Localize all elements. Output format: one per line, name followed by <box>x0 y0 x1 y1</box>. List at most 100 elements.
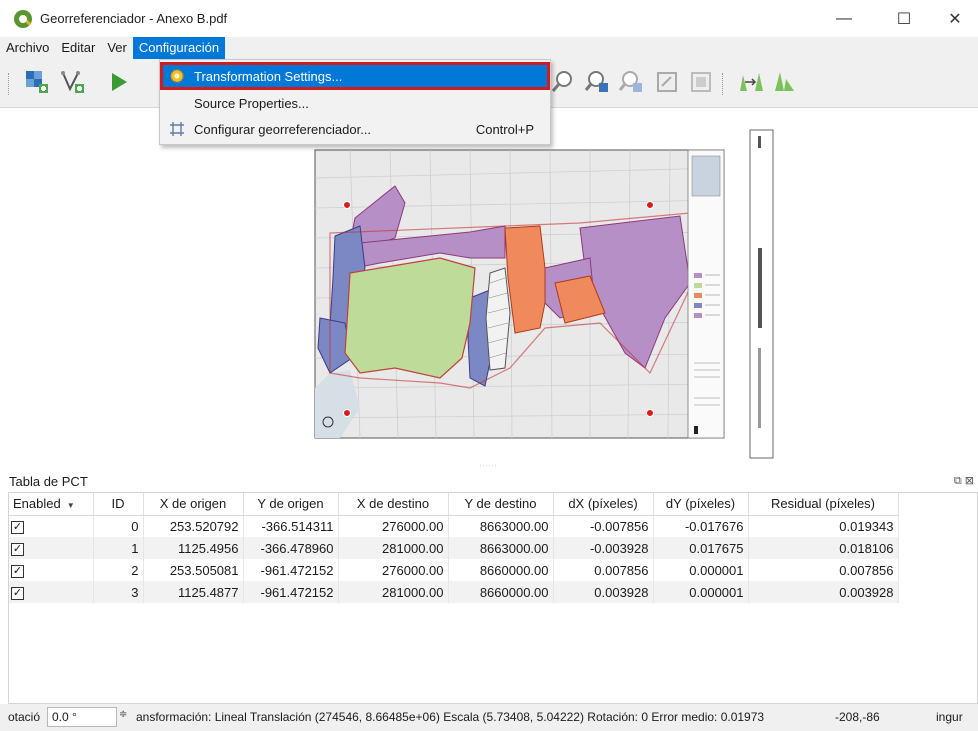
maximize-icon: ☐ <box>896 10 912 28</box>
maximize-button[interactable]: ☐ <box>881 0 927 37</box>
local-histogram-button[interactable] <box>770 67 800 97</box>
map-canvas[interactable] <box>0 108 978 470</box>
cell-x-origen[interactable]: 1125.4956 <box>143 537 244 559</box>
cell-dy: 0.000001 <box>653 581 749 603</box>
cell-x-origen[interactable]: 253.520792 <box>143 515 244 537</box>
col-enabled[interactable]: Enabled ▼ <box>9 493 94 516</box>
cell-dy: 0.017675 <box>653 537 749 559</box>
histogram-stretch-button[interactable] <box>736 67 766 97</box>
cell-residual: 0.007856 <box>748 559 899 581</box>
cell-y-origen[interactable]: -366.478960 <box>243 537 339 559</box>
cell-x-destino[interactable]: 276000.00 <box>338 515 449 537</box>
start-georeferencing-button[interactable] <box>104 67 134 97</box>
col-residual[interactable]: Residual (píxeles) <box>748 493 899 516</box>
zoom-in-button[interactable] <box>548 67 578 97</box>
cell-y-origen[interactable]: -961.472152 <box>243 559 339 581</box>
zoom-last-icon <box>618 71 642 92</box>
table-row[interactable]: ✓ 0 253.520792 -366.514311 276000.00 866… <box>9 515 899 537</box>
col-dy[interactable]: dY (píxeles) <box>653 493 749 516</box>
cell-dx: 0.007856 <box>553 559 654 581</box>
minimize-button[interactable]: — <box>821 0 867 37</box>
cell-x-origen[interactable]: 253.505081 <box>143 559 244 581</box>
menu-source-properties[interactable]: Source Properties... <box>162 91 548 115</box>
checkbox-icon[interactable]: ✓ <box>11 521 24 535</box>
menu-bar: Archivo Editar Ver Configuración <box>0 37 978 59</box>
float-panel-icon[interactable]: ⧉ <box>954 475 962 487</box>
spin-arrows-icon[interactable]: ≑ <box>119 709 127 720</box>
enabled-checkbox[interactable]: ✓ <box>9 515 94 537</box>
link-georef-icon <box>657 72 677 92</box>
enabled-checkbox[interactable]: ✓ <box>9 559 94 581</box>
table-row[interactable]: ✓ 2 253.505081 -961.472152 276000.00 866… <box>9 559 899 581</box>
add-raster-button[interactable] <box>22 67 52 97</box>
rotation-label: otació <box>8 710 41 724</box>
cell-dy: 0.000001 <box>653 559 749 581</box>
play-icon <box>112 73 127 91</box>
col-y-origen[interactable]: Y de origen <box>243 493 339 516</box>
add-vector-button[interactable] <box>58 67 88 97</box>
cell-id: 1 <box>93 537 144 559</box>
menu-ver[interactable]: Ver <box>101 37 133 59</box>
menu-editar[interactable]: Editar <box>55 37 101 59</box>
col-x-origen[interactable]: X de origen <box>143 493 244 516</box>
cell-residual: 0.019343 <box>748 515 899 537</box>
close-panel-icon[interactable]: ⊠ <box>965 475 974 487</box>
title-bar: Georreferenciador - Anexo B.pdf — ☐ ✕ <box>0 0 978 37</box>
minimize-icon: — <box>836 9 852 27</box>
checkbox-icon[interactable]: ✓ <box>11 587 24 600</box>
menu-transformation-settings[interactable]: Transformation Settings... <box>160 62 550 90</box>
enabled-checkbox[interactable]: ✓ <box>9 537 94 559</box>
col-dx[interactable]: dX (píxeles) <box>553 493 654 516</box>
menu-transformation-settings-label: Transformation Settings... <box>194 68 343 84</box>
histogram-stretch-icon <box>740 73 763 91</box>
col-id[interactable]: ID <box>93 493 144 516</box>
checkbox-icon[interactable]: ✓ <box>11 543 24 556</box>
sort-down-icon: ▼ <box>66 501 75 511</box>
toolbar-separator <box>722 73 723 95</box>
configuracion-dropdown-menu: Transformation Settings... Source Proper… <box>159 59 551 145</box>
cell-y-origen[interactable]: -961.472152 <box>243 581 339 603</box>
panel-title: Tabla de PCT <box>9 474 88 489</box>
cell-x-destino[interactable]: 281000.00 <box>338 581 449 603</box>
table-row[interactable]: ✓ 1 1125.4956 -366.478960 281000.00 8663… <box>9 537 899 559</box>
cell-id: 2 <box>93 559 144 581</box>
cell-y-destino[interactable]: 8663000.00 <box>448 515 554 537</box>
status-bar: otació 0.0 ° ≑ ansformación: Lineal Tran… <box>0 704 978 731</box>
enabled-checkbox[interactable]: ✓ <box>9 581 94 603</box>
menu-configurar-georreferenciador[interactable]: Configurar georreferenciador... Control+… <box>162 117 548 141</box>
cell-y-destino[interactable]: 8663000.00 <box>448 537 554 559</box>
rotation-input[interactable]: 0.0 ° <box>47 707 117 727</box>
cell-y-destino[interactable]: 8660000.00 <box>448 559 554 581</box>
cell-x-destino[interactable]: 281000.00 <box>338 537 449 559</box>
col-y-destino[interactable]: Y de destino <box>448 493 554 516</box>
col-x-destino[interactable]: X de destino <box>338 493 449 516</box>
local-histogram-icon <box>775 72 794 91</box>
cell-y-destino[interactable]: 8660000.00 <box>448 581 554 603</box>
link-qgis-button[interactable] <box>686 67 716 97</box>
shortcut-label: Control+P <box>475 121 534 137</box>
coordinates-readout: -208,-86 <box>835 710 880 724</box>
zoom-layer-icon <box>584 71 608 92</box>
window-title: Georreferenciador - Anexo B.pdf <box>40 11 228 26</box>
menu-source-properties-label: Source Properties... <box>194 95 309 111</box>
gcp-table[interactable]: Enabled ▼ ID X de origen Y de origen X de… <box>8 492 978 704</box>
zoom-in-icon <box>551 71 572 92</box>
menu-configurar-label: Configurar georreferenciador... <box>194 121 372 137</box>
close-button[interactable]: ✕ <box>932 0 978 37</box>
add-raster-icon <box>26 71 48 93</box>
cell-x-origen[interactable]: 1125.4877 <box>143 581 244 603</box>
table-row[interactable]: ✓ 3 1125.4877 -961.472152 281000.00 8660… <box>9 581 899 603</box>
close-icon: ✕ <box>948 10 962 28</box>
menu-archivo[interactable]: Archivo <box>0 37 55 59</box>
zoom-last-button[interactable] <box>616 67 646 97</box>
toolbar-grip <box>8 73 11 95</box>
menu-configuracion[interactable]: Configuración <box>132 37 226 59</box>
cell-x-destino[interactable]: 276000.00 <box>338 559 449 581</box>
zoom-layer-button[interactable] <box>582 67 612 97</box>
cell-dx: 0.003928 <box>553 581 654 603</box>
cell-y-origen[interactable]: -366.514311 <box>243 515 339 537</box>
panel-controls: ⧉ ⊠ <box>954 474 974 488</box>
link-georef-button[interactable] <box>652 67 682 97</box>
cell-id: 3 <box>93 581 144 603</box>
checkbox-icon[interactable]: ✓ <box>11 565 24 578</box>
